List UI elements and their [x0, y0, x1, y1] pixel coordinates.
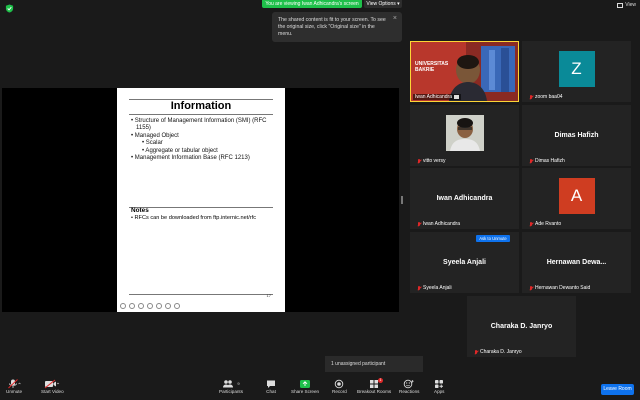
mic-muted-icon [529, 221, 533, 227]
slide-sub-bullet: • Scalar [142, 140, 163, 147]
slide-notes-rule [129, 207, 273, 208]
slide-bottom-rule [129, 294, 273, 295]
participant-tile-hernawan-dewanto[interactable]: Hernawan Dewa... Hernawan Dewanto Said [522, 232, 631, 293]
participant-tile-ade-rvanto[interactable]: A Ade Rvanto [522, 168, 631, 229]
record-button[interactable]: Record [332, 378, 347, 394]
panel-splitter-handle[interactable] [401, 196, 403, 204]
view-button-label: View [625, 2, 636, 8]
participants-button[interactable]: 9 Participants [219, 378, 243, 394]
forward-tool-icon[interactable] [129, 303, 135, 309]
slide-page-number: 17 [266, 293, 271, 298]
participant-name: Ade Rvanto [529, 221, 561, 227]
shared-slide: Information • Structure of Management In… [117, 88, 285, 312]
share-screen-label: Share Screen [291, 389, 320, 394]
more-tool-icon[interactable] [174, 303, 180, 309]
university-logo-line: BAKRIE [415, 67, 435, 73]
slide-bullet: • Managed Object [131, 132, 179, 139]
participant-display-name: Hernawan Dewa... [546, 258, 607, 266]
participant-display-name: Iwan Adhicandra [436, 194, 493, 202]
participant-name: Iwan Adhicandra [417, 221, 460, 227]
grid-view-icon [617, 2, 624, 8]
slides-tool-icon[interactable] [147, 303, 153, 309]
ask-to-unmute-button[interactable]: Ask to Unmute [476, 235, 510, 242]
fit-to-screen-tooltip: The shared content is fit to your screen… [272, 12, 402, 42]
slide-bullet: • Management Information Base (RFC 1213) [131, 155, 250, 162]
mic-muted-icon [529, 94, 533, 100]
mic-muted-icon [417, 285, 421, 291]
record-icon [335, 379, 344, 388]
avatar: Z [558, 51, 595, 87]
back-tool-icon[interactable] [120, 303, 126, 309]
participant-tile-charaka-janryo[interactable]: Charaka D. Janryo Charaka D. Janryo [467, 296, 576, 357]
participant-display-name: Charaka D. Janryo [490, 322, 553, 330]
view-button[interactable]: View [617, 2, 636, 8]
breakout-badge: 1 [378, 378, 383, 383]
unmute-label: Unmute [6, 389, 23, 394]
view-options-button[interactable]: View Options ▾ [364, 0, 402, 8]
start-video-button[interactable]: Start Video [41, 378, 64, 394]
slide-notes-text: • RFCs can be downloaded from ftp.intern… [131, 215, 257, 221]
participants-icon [223, 379, 234, 387]
slide-tool-row [120, 303, 180, 309]
start-video-label: Start Video [41, 389, 64, 394]
unassigned-participant-notice: 1 unassigned participant [325, 356, 423, 372]
video-off-icon [45, 379, 60, 388]
chat-button[interactable]: Chat [266, 378, 276, 394]
unmute-button[interactable]: Unmute [6, 378, 22, 394]
participant-display-name: Dimas Hafizh [554, 131, 599, 139]
tooltip-text: The shared content is fit to your screen… [278, 17, 386, 37]
participant-tile-dimas-hafizh[interactable]: Dimas Hafizh Dimas Hafizh [522, 105, 631, 166]
share-screen-icon [300, 379, 311, 388]
participant-name: Iwan Adhicandra [413, 94, 461, 100]
slide-notes-title: Notes [131, 207, 149, 214]
leave-room-button[interactable]: Leave Room [601, 384, 634, 395]
participant-count: 9 [237, 381, 240, 386]
apps-icon [435, 379, 444, 388]
pen-tool-icon[interactable] [138, 303, 144, 309]
video-feed-vitto [446, 115, 484, 151]
participant-tile-iwan-video[interactable]: UNIVERSITAS BAKRIE Iwan Adhicandra [410, 41, 519, 102]
signal-icon [453, 95, 459, 99]
security-shield-icon[interactable] [5, 4, 14, 13]
reactions-label: Reactions [399, 389, 420, 394]
participant-display-name: Syeela Anjali [443, 258, 486, 266]
apps-button[interactable]: Apps [434, 378, 444, 394]
participant-name: Syeela Anjali [417, 285, 452, 291]
participant-name: vitto versy [417, 158, 446, 164]
slide-sub-bullet: • Aggregate or tabular object [142, 147, 218, 154]
mic-muted-icon [529, 285, 533, 291]
slide-bullet: • Structure of Management Information (S… [131, 118, 267, 132]
participant-name: zoom baa04 [529, 94, 563, 100]
meeting-toolbar: Unmute Start Video 9 Participants Chat S… [0, 376, 640, 400]
pointer-tool-icon[interactable] [165, 303, 171, 309]
mic-muted-icon [529, 158, 533, 164]
mic-muted-icon [474, 349, 478, 355]
slide-title: Information [170, 100, 232, 112]
share-screen-button[interactable]: Share Screen [291, 378, 319, 394]
avatar: A [558, 178, 595, 214]
reactions-button[interactable]: Reactions [399, 378, 419, 394]
record-label: Record [332, 389, 347, 394]
participant-name: Charaka D. Janryo [474, 349, 522, 355]
chat-icon [267, 380, 275, 388]
participant-tile-zoom-baa04[interactable]: Z zoom baa04 [522, 41, 631, 102]
participant-name: Hernawan Dewanto Said [529, 285, 590, 291]
mic-muted-icon [8, 378, 21, 388]
slide-bullets: • Structure of Management Information (S… [131, 118, 281, 162]
reactions-icon [403, 379, 414, 388]
zoom-tool-icon[interactable] [156, 303, 162, 309]
mic-muted-icon [417, 158, 421, 164]
screen-share-banner: You are viewing Iwan Adhicandra's screen [262, 0, 362, 8]
slide-title-rule [129, 114, 273, 115]
breakout-rooms-label: Breakout Rooms [357, 389, 392, 394]
breakout-rooms-button[interactable]: 1 Breakout Rooms [357, 378, 391, 394]
mic-muted-icon [417, 221, 421, 227]
participant-tile-vitto-versy[interactable]: vitto versy [410, 105, 519, 166]
apps-label: Apps [434, 389, 445, 394]
participants-label: Participants [219, 389, 244, 394]
participant-name: Dimas Hafizh [529, 158, 565, 164]
close-icon[interactable]: × [393, 15, 397, 22]
participant-tile-iwan-adhicandra[interactable]: Iwan Adhicandra Iwan Adhicandra [410, 168, 519, 229]
chat-label: Chat [266, 389, 276, 394]
